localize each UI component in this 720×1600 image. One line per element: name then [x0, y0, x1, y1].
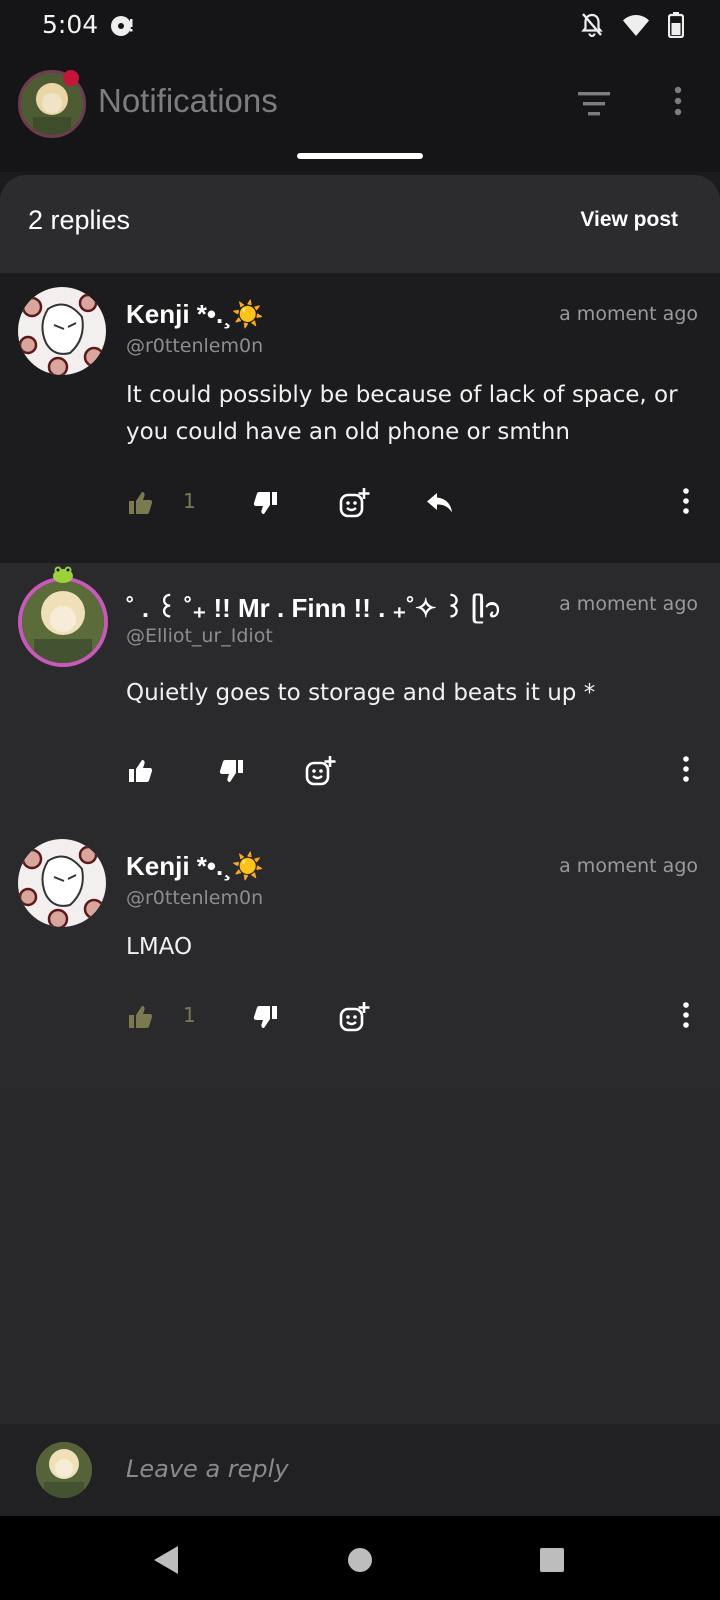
- comment-text: Quietly goes to storage and beats it up …: [126, 680, 596, 706]
- like-count: 1: [183, 1003, 196, 1027]
- dislike-button[interactable]: [246, 997, 286, 1037]
- notifications-off-icon: [581, 13, 603, 38]
- avatar[interactable]: [18, 839, 106, 927]
- reply-bar: [0, 1424, 720, 1516]
- frog-badge-icon: [53, 566, 73, 583]
- more-vert-icon[interactable]: [676, 999, 696, 1035]
- dislike-button[interactable]: [212, 751, 252, 791]
- timestamp: a moment ago: [559, 593, 698, 615]
- comment-actions: 1: [0, 483, 720, 527]
- thumb-up-icon: [129, 492, 153, 514]
- author-handle: @r0ttenlem0n: [126, 335, 264, 357]
- author-name[interactable]: Kenji *•.¸☀️: [126, 851, 264, 882]
- add-reaction-icon: [339, 1002, 370, 1032]
- thumb-up-icon: [129, 1006, 153, 1028]
- back-icon[interactable]: [148, 1540, 188, 1580]
- filter-icon[interactable]: [574, 82, 618, 126]
- thumb-down-icon: [219, 760, 243, 782]
- reply-button[interactable]: [420, 483, 460, 523]
- sheet-drag-handle[interactable]: [297, 153, 423, 159]
- thumb-down-icon: [253, 492, 277, 514]
- replies-sheet: 2 replies View post Kenji *•.¸☀️ @r0tten…: [0, 175, 720, 1515]
- like-button[interactable]: [120, 751, 160, 791]
- add-reaction-icon: [339, 488, 370, 518]
- more-vert-icon[interactable]: [676, 753, 696, 789]
- timestamp: a moment ago: [559, 303, 698, 325]
- replies-count: 2 replies: [28, 205, 131, 235]
- author-name[interactable]: Kenji *•.¸☀️: [126, 299, 264, 330]
- add-reaction-button[interactable]: [334, 483, 374, 523]
- view-post-button[interactable]: View post: [580, 208, 678, 232]
- reply-icon: [427, 493, 452, 513]
- page-title: Notifications: [98, 82, 278, 119]
- author-handle: @Elliot_ur_Idiot: [126, 625, 273, 647]
- status-bar: 5:04: [0, 0, 720, 52]
- comment-item: Kenji *•.¸☀️ @r0ttenlem0n a moment ago I…: [0, 273, 720, 563]
- home-icon[interactable]: [340, 1540, 380, 1580]
- like-count: 1: [183, 489, 196, 513]
- avatar: [36, 1442, 92, 1498]
- recents-icon[interactable]: [532, 1540, 572, 1580]
- thumb-down-icon: [253, 1006, 277, 1028]
- like-button[interactable]: [120, 483, 160, 523]
- wifi-icon: [623, 15, 649, 36]
- add-reaction-button[interactable]: [300, 751, 340, 791]
- more-vert-icon[interactable]: [676, 485, 696, 521]
- author-handle: @r0ttenlem0n: [126, 887, 264, 909]
- comment-text: LMAO: [126, 934, 193, 960]
- add-reaction-button[interactable]: [334, 997, 374, 1037]
- app-bar: Notifications: [0, 52, 720, 172]
- add-reaction-icon: [305, 756, 336, 786]
- battery-icon: [668, 12, 684, 38]
- sheet-header: 2 replies View post: [0, 175, 720, 274]
- avatar[interactable]: [18, 577, 108, 667]
- comment-item: ˚ . ꒰ ˚₊ !! Mr . Finn !! . ₊˚✧ ꒱ ᥫ᭡ @Ell…: [0, 563, 720, 825]
- dislike-button[interactable]: [246, 483, 286, 523]
- navigation-bar: [0, 1516, 720, 1600]
- music-disc-icon: [111, 16, 133, 36]
- more-vert-icon[interactable]: [664, 82, 692, 126]
- unread-dot: [63, 70, 79, 86]
- status-time: 5:04: [42, 10, 99, 39]
- comment-text: It could possibly be because of lack of …: [126, 382, 678, 445]
- reply-input[interactable]: [124, 1446, 688, 1492]
- comment-item: Kenji *•.¸☀️ @r0ttenlem0n a moment ago L…: [0, 825, 720, 1095]
- like-button[interactable]: [120, 997, 160, 1037]
- comment-actions: [0, 751, 720, 795]
- thumb-up-icon: [129, 760, 153, 782]
- comment-actions: 1: [0, 997, 720, 1041]
- timestamp: a moment ago: [559, 855, 698, 877]
- avatar[interactable]: [18, 287, 106, 375]
